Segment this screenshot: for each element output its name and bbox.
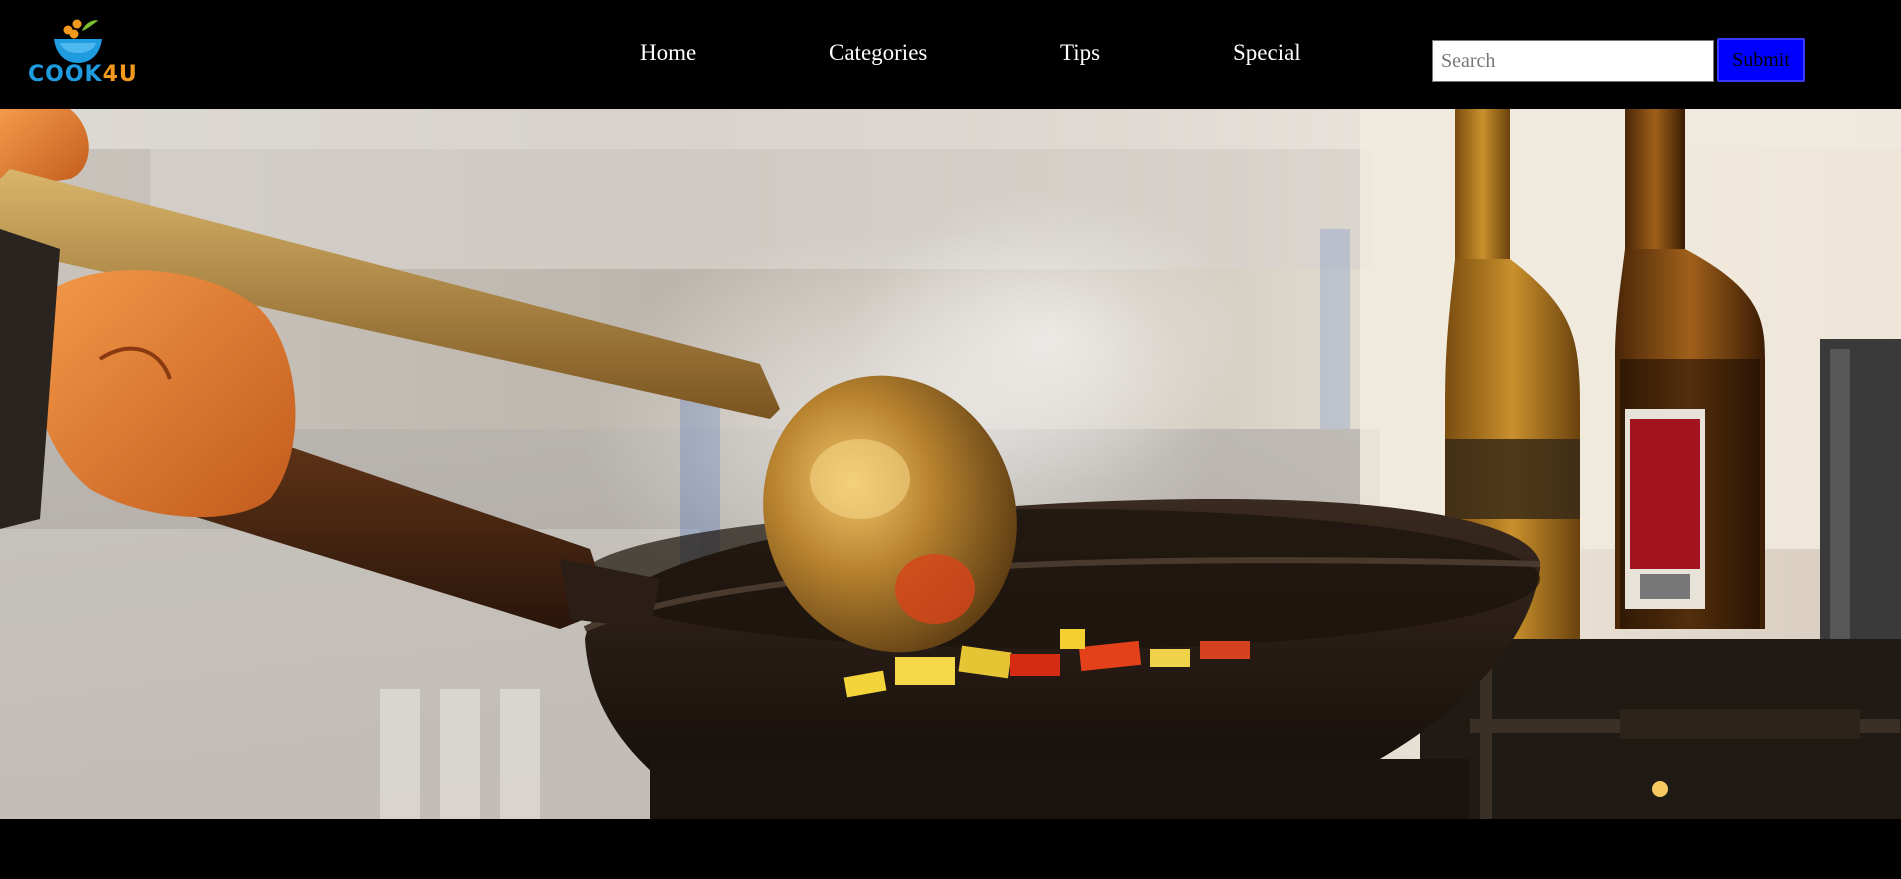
top-navbar: COOK4U Home Categories Tips Special Subm… (0, 0, 1901, 109)
hero-image (0, 109, 1901, 819)
nav-link-categories[interactable]: Categories (829, 40, 927, 66)
nav-link-special[interactable]: Special (1233, 40, 1301, 66)
logo-text: COOK4U (28, 62, 138, 87)
submit-button[interactable]: Submit (1717, 38, 1805, 82)
nav-link-tips[interactable]: Tips (1060, 40, 1100, 66)
wok-cooking-photo (0, 109, 1901, 819)
nav-link-home[interactable]: Home (640, 40, 696, 66)
bowl-logo-icon (54, 19, 102, 63)
footer-bar (0, 819, 1901, 879)
site-logo[interactable]: COOK4U (28, 17, 137, 89)
search-input[interactable] (1432, 40, 1714, 82)
